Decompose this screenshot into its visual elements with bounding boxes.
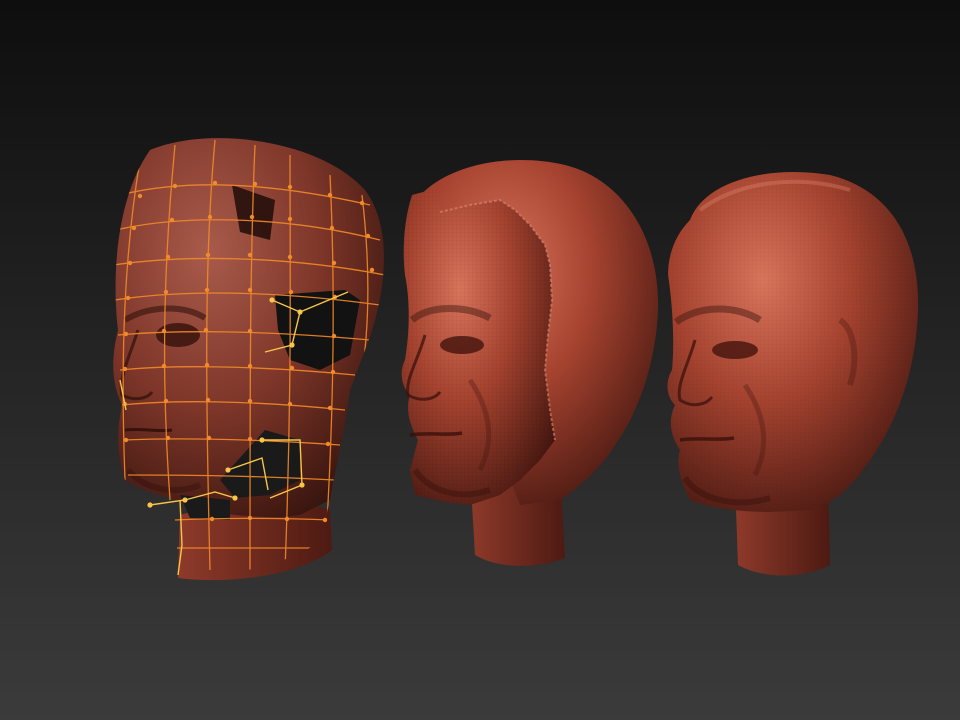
head-1-eye-socket: [156, 323, 200, 347]
viewport-canvas[interactable]: [0, 0, 960, 720]
head-3-mesh: [667, 172, 919, 512]
head-3-mouth: [679, 436, 735, 442]
head-partial-projection[interactable]: [401, 160, 659, 566]
head-2-eye: [440, 336, 484, 354]
head-low-poly-cage[interactable]: [113, 138, 385, 581]
head-fully-sculpted[interactable]: [667, 172, 919, 576]
head-1-mouth: [124, 427, 173, 433]
3d-viewport[interactable]: [0, 0, 960, 720]
head-2-mouth: [409, 431, 463, 437]
head-3-eye: [712, 341, 758, 359]
